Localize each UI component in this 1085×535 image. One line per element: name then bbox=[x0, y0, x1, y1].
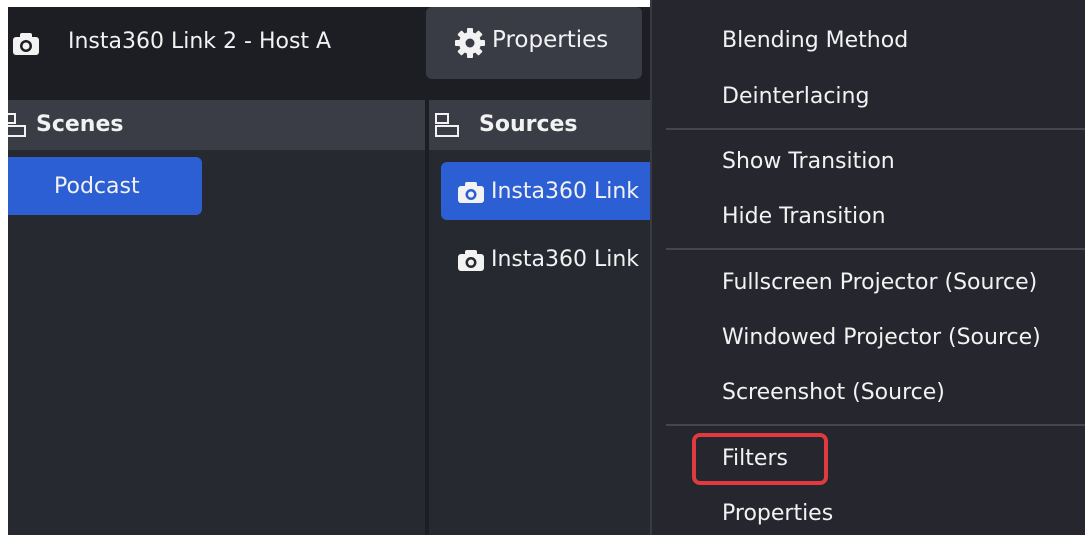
menu-item-fullscreen-projector[interactable]: Fullscreen Projector (Source) bbox=[722, 270, 1037, 295]
menu-item-screenshot[interactable]: Screenshot (Source) bbox=[722, 380, 945, 405]
scenes-dock-icon bbox=[8, 113, 26, 137]
sources-dock: Sources Insta360 Link Insta360 Link bbox=[429, 100, 653, 535]
menu-item-windowed-projector[interactable]: Windowed Projector (Source) bbox=[722, 325, 1041, 350]
source-item[interactable]: Insta360 Link bbox=[441, 230, 653, 288]
scene-item-label: Podcast bbox=[54, 174, 140, 199]
sources-dock-header: Sources bbox=[429, 100, 651, 150]
properties-button[interactable]: Properties bbox=[426, 7, 642, 79]
camera-icon bbox=[458, 250, 484, 271]
camera-icon bbox=[13, 33, 39, 55]
menu-item-show-transition[interactable]: Show Transition bbox=[722, 149, 895, 174]
menu-separator bbox=[666, 424, 1085, 426]
menu-item-hide-transition[interactable]: Hide Transition bbox=[722, 204, 886, 229]
scenes-dock: Scenes Podcast bbox=[8, 100, 425, 535]
sources-dock-title: Sources bbox=[479, 112, 578, 137]
menu-item-blending-method[interactable]: Blending Method bbox=[722, 28, 908, 53]
scenes-dock-title: Scenes bbox=[36, 112, 124, 137]
current-source-title: Insta360 Link 2 - Host A bbox=[68, 29, 332, 54]
camera-icon bbox=[458, 182, 484, 203]
menu-item-deinterlacing[interactable]: Deinterlacing bbox=[722, 84, 869, 109]
source-toolbar: Insta360 Link 2 - Host A Properties bbox=[8, 7, 650, 99]
source-item[interactable]: Insta360 Link bbox=[441, 162, 653, 220]
scenes-dock-header: Scenes bbox=[8, 100, 425, 150]
sources-dock-icon bbox=[435, 113, 459, 137]
source-item-label: Insta360 Link bbox=[491, 247, 640, 272]
filters-highlight-box bbox=[692, 433, 828, 485]
menu-separator bbox=[666, 248, 1085, 250]
properties-button-label: Properties bbox=[492, 27, 609, 53]
menu-item-properties[interactable]: Properties bbox=[722, 501, 833, 526]
source-item-label: Insta360 Link bbox=[491, 179, 640, 204]
menu-separator bbox=[666, 128, 1085, 130]
gear-icon bbox=[455, 28, 485, 58]
scene-item-podcast[interactable]: Podcast bbox=[8, 157, 202, 215]
